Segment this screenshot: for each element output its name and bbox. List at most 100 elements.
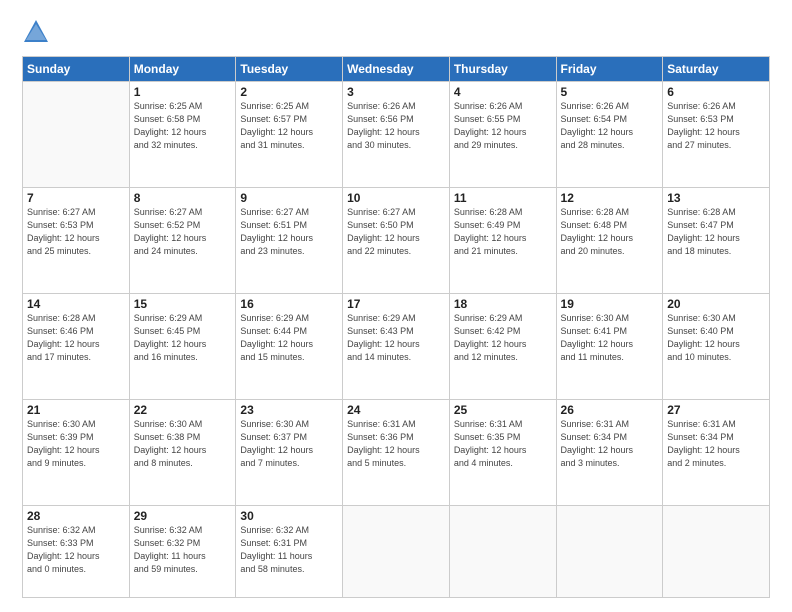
day-number: 3 xyxy=(347,85,445,99)
day-info: Sunrise: 6:32 AM Sunset: 6:31 PM Dayligh… xyxy=(240,524,338,576)
day-info: Sunrise: 6:28 AM Sunset: 6:47 PM Dayligh… xyxy=(667,206,765,258)
day-number: 14 xyxy=(27,297,125,311)
calendar-cell: 2Sunrise: 6:25 AM Sunset: 6:57 PM Daylig… xyxy=(236,82,343,188)
day-info: Sunrise: 6:30 AM Sunset: 6:39 PM Dayligh… xyxy=(27,418,125,470)
calendar-cell: 13Sunrise: 6:28 AM Sunset: 6:47 PM Dayli… xyxy=(663,187,770,293)
day-info: Sunrise: 6:32 AM Sunset: 6:33 PM Dayligh… xyxy=(27,524,125,576)
day-number: 27 xyxy=(667,403,765,417)
calendar-cell xyxy=(23,82,130,188)
day-number: 19 xyxy=(561,297,659,311)
day-info: Sunrise: 6:29 AM Sunset: 6:45 PM Dayligh… xyxy=(134,312,232,364)
weekday-saturday: Saturday xyxy=(663,57,770,82)
weekday-header-row: SundayMondayTuesdayWednesdayThursdayFrid… xyxy=(23,57,770,82)
calendar-cell: 1Sunrise: 6:25 AM Sunset: 6:58 PM Daylig… xyxy=(129,82,236,188)
day-number: 4 xyxy=(454,85,552,99)
day-number: 2 xyxy=(240,85,338,99)
day-number: 5 xyxy=(561,85,659,99)
day-info: Sunrise: 6:30 AM Sunset: 6:41 PM Dayligh… xyxy=(561,312,659,364)
day-number: 11 xyxy=(454,191,552,205)
day-info: Sunrise: 6:28 AM Sunset: 6:46 PM Dayligh… xyxy=(27,312,125,364)
calendar-cell: 22Sunrise: 6:30 AM Sunset: 6:38 PM Dayli… xyxy=(129,399,236,505)
day-number: 23 xyxy=(240,403,338,417)
day-number: 7 xyxy=(27,191,125,205)
weekday-friday: Friday xyxy=(556,57,663,82)
day-info: Sunrise: 6:32 AM Sunset: 6:32 PM Dayligh… xyxy=(134,524,232,576)
calendar-cell: 20Sunrise: 6:30 AM Sunset: 6:40 PM Dayli… xyxy=(663,293,770,399)
week-row-3: 21Sunrise: 6:30 AM Sunset: 6:39 PM Dayli… xyxy=(23,399,770,505)
day-number: 10 xyxy=(347,191,445,205)
calendar-cell: 15Sunrise: 6:29 AM Sunset: 6:45 PM Dayli… xyxy=(129,293,236,399)
day-info: Sunrise: 6:25 AM Sunset: 6:57 PM Dayligh… xyxy=(240,100,338,152)
day-info: Sunrise: 6:30 AM Sunset: 6:40 PM Dayligh… xyxy=(667,312,765,364)
day-number: 17 xyxy=(347,297,445,311)
day-info: Sunrise: 6:31 AM Sunset: 6:34 PM Dayligh… xyxy=(561,418,659,470)
calendar-cell: 7Sunrise: 6:27 AM Sunset: 6:53 PM Daylig… xyxy=(23,187,130,293)
calendar-cell: 26Sunrise: 6:31 AM Sunset: 6:34 PM Dayli… xyxy=(556,399,663,505)
day-number: 8 xyxy=(134,191,232,205)
calendar-cell: 29Sunrise: 6:32 AM Sunset: 6:32 PM Dayli… xyxy=(129,505,236,597)
calendar-cell xyxy=(343,505,450,597)
week-row-1: 7Sunrise: 6:27 AM Sunset: 6:53 PM Daylig… xyxy=(23,187,770,293)
calendar-cell: 4Sunrise: 6:26 AM Sunset: 6:55 PM Daylig… xyxy=(449,82,556,188)
day-info: Sunrise: 6:29 AM Sunset: 6:42 PM Dayligh… xyxy=(454,312,552,364)
day-info: Sunrise: 6:29 AM Sunset: 6:43 PM Dayligh… xyxy=(347,312,445,364)
day-info: Sunrise: 6:27 AM Sunset: 6:51 PM Dayligh… xyxy=(240,206,338,258)
calendar-cell: 10Sunrise: 6:27 AM Sunset: 6:50 PM Dayli… xyxy=(343,187,450,293)
calendar-cell: 17Sunrise: 6:29 AM Sunset: 6:43 PM Dayli… xyxy=(343,293,450,399)
logo-icon xyxy=(22,18,50,46)
calendar-cell xyxy=(663,505,770,597)
day-number: 12 xyxy=(561,191,659,205)
calendar-cell: 14Sunrise: 6:28 AM Sunset: 6:46 PM Dayli… xyxy=(23,293,130,399)
day-info: Sunrise: 6:31 AM Sunset: 6:35 PM Dayligh… xyxy=(454,418,552,470)
day-info: Sunrise: 6:29 AM Sunset: 6:44 PM Dayligh… xyxy=(240,312,338,364)
day-number: 30 xyxy=(240,509,338,523)
day-info: Sunrise: 6:27 AM Sunset: 6:53 PM Dayligh… xyxy=(27,206,125,258)
day-number: 25 xyxy=(454,403,552,417)
day-number: 18 xyxy=(454,297,552,311)
calendar-table: SundayMondayTuesdayWednesdayThursdayFrid… xyxy=(22,56,770,598)
calendar-cell: 5Sunrise: 6:26 AM Sunset: 6:54 PM Daylig… xyxy=(556,82,663,188)
day-info: Sunrise: 6:30 AM Sunset: 6:38 PM Dayligh… xyxy=(134,418,232,470)
calendar-cell: 8Sunrise: 6:27 AM Sunset: 6:52 PM Daylig… xyxy=(129,187,236,293)
day-number: 6 xyxy=(667,85,765,99)
calendar-cell: 19Sunrise: 6:30 AM Sunset: 6:41 PM Dayli… xyxy=(556,293,663,399)
day-info: Sunrise: 6:27 AM Sunset: 6:50 PM Dayligh… xyxy=(347,206,445,258)
calendar-cell xyxy=(556,505,663,597)
calendar-cell: 6Sunrise: 6:26 AM Sunset: 6:53 PM Daylig… xyxy=(663,82,770,188)
logo xyxy=(22,18,54,46)
day-info: Sunrise: 6:28 AM Sunset: 6:49 PM Dayligh… xyxy=(454,206,552,258)
day-number: 29 xyxy=(134,509,232,523)
calendar-cell: 11Sunrise: 6:28 AM Sunset: 6:49 PM Dayli… xyxy=(449,187,556,293)
calendar-cell: 9Sunrise: 6:27 AM Sunset: 6:51 PM Daylig… xyxy=(236,187,343,293)
day-info: Sunrise: 6:30 AM Sunset: 6:37 PM Dayligh… xyxy=(240,418,338,470)
calendar-cell: 30Sunrise: 6:32 AM Sunset: 6:31 PM Dayli… xyxy=(236,505,343,597)
day-info: Sunrise: 6:25 AM Sunset: 6:58 PM Dayligh… xyxy=(134,100,232,152)
calendar-cell xyxy=(449,505,556,597)
day-number: 26 xyxy=(561,403,659,417)
day-info: Sunrise: 6:26 AM Sunset: 6:55 PM Dayligh… xyxy=(454,100,552,152)
calendar-cell: 18Sunrise: 6:29 AM Sunset: 6:42 PM Dayli… xyxy=(449,293,556,399)
calendar-cell: 25Sunrise: 6:31 AM Sunset: 6:35 PM Dayli… xyxy=(449,399,556,505)
calendar-cell: 21Sunrise: 6:30 AM Sunset: 6:39 PM Dayli… xyxy=(23,399,130,505)
page: SundayMondayTuesdayWednesdayThursdayFrid… xyxy=(0,0,792,612)
weekday-monday: Monday xyxy=(129,57,236,82)
week-row-2: 14Sunrise: 6:28 AM Sunset: 6:46 PM Dayli… xyxy=(23,293,770,399)
day-info: Sunrise: 6:26 AM Sunset: 6:56 PM Dayligh… xyxy=(347,100,445,152)
week-row-0: 1Sunrise: 6:25 AM Sunset: 6:58 PM Daylig… xyxy=(23,82,770,188)
calendar-cell: 28Sunrise: 6:32 AM Sunset: 6:33 PM Dayli… xyxy=(23,505,130,597)
day-number: 21 xyxy=(27,403,125,417)
day-number: 20 xyxy=(667,297,765,311)
week-row-4: 28Sunrise: 6:32 AM Sunset: 6:33 PM Dayli… xyxy=(23,505,770,597)
day-number: 9 xyxy=(240,191,338,205)
day-number: 16 xyxy=(240,297,338,311)
weekday-sunday: Sunday xyxy=(23,57,130,82)
weekday-thursday: Thursday xyxy=(449,57,556,82)
day-info: Sunrise: 6:28 AM Sunset: 6:48 PM Dayligh… xyxy=(561,206,659,258)
day-number: 24 xyxy=(347,403,445,417)
day-info: Sunrise: 6:26 AM Sunset: 6:53 PM Dayligh… xyxy=(667,100,765,152)
day-number: 22 xyxy=(134,403,232,417)
day-info: Sunrise: 6:27 AM Sunset: 6:52 PM Dayligh… xyxy=(134,206,232,258)
calendar-cell: 24Sunrise: 6:31 AM Sunset: 6:36 PM Dayli… xyxy=(343,399,450,505)
day-info: Sunrise: 6:26 AM Sunset: 6:54 PM Dayligh… xyxy=(561,100,659,152)
day-info: Sunrise: 6:31 AM Sunset: 6:36 PM Dayligh… xyxy=(347,418,445,470)
